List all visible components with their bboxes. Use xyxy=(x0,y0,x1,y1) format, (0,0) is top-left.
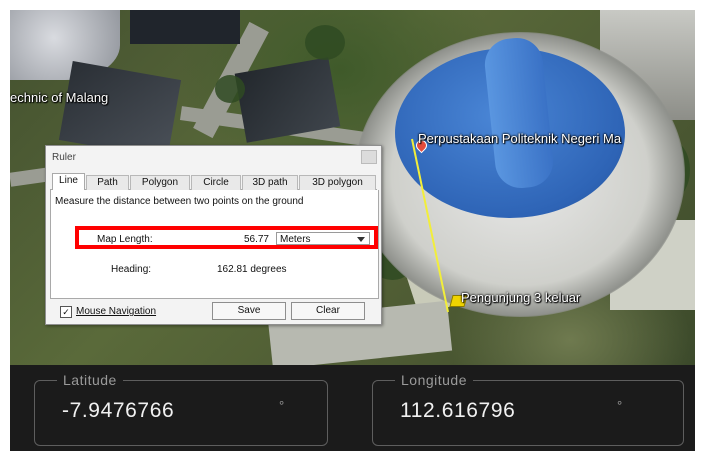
latitude-value: -7.9476766 xyxy=(62,399,175,422)
ruler-title: Ruler xyxy=(52,152,76,163)
clear-button[interactable]: Clear xyxy=(291,302,365,320)
longitude-value: 112.616796 xyxy=(400,399,516,422)
ruler-line xyxy=(411,138,449,313)
latitude-label: Latitude xyxy=(57,372,123,388)
longitude-field[interactable]: Longitude 112.616796 ° xyxy=(372,372,684,446)
close-button[interactable] xyxy=(361,150,377,164)
latitude-field[interactable]: Latitude -7.9476766 ° xyxy=(34,372,328,446)
longitude-label: Longitude xyxy=(395,372,474,388)
longitude-unit: ° xyxy=(617,398,623,413)
heading-value: 162.81 degrees xyxy=(217,264,287,275)
tab-3d-path[interactable]: 3D path xyxy=(242,175,298,190)
tab-line[interactable]: Line xyxy=(52,173,85,190)
screenshot: echnic of Malang Perpustakaan Politeknik… xyxy=(0,0,705,454)
ruler-description: Measure the distance between two points … xyxy=(55,196,304,207)
coordinates-panel: Latitude -7.9476766 ° Longitude 112.6167… xyxy=(10,365,695,451)
mouse-navigation-label: Mouse Navigation xyxy=(76,306,157,317)
map-label-visitor[interactable]: Pengunjung 3 keluar xyxy=(461,290,580,305)
tab-3d-polygon[interactable]: 3D polygon xyxy=(299,175,376,190)
mouse-navigation-checkbox[interactable]: ✓ xyxy=(60,306,72,318)
tab-polygon[interactable]: Polygon xyxy=(130,175,190,190)
ruler-tabs: Line Path Polygon Circle 3D path 3D poly… xyxy=(50,173,377,190)
map-label-library[interactable]: Perpustakaan Politeknik Negeri Ma xyxy=(418,131,621,146)
tab-path[interactable]: Path xyxy=(86,175,129,190)
tab-circle[interactable]: Circle xyxy=(191,175,241,190)
map-length-highlight xyxy=(75,226,378,249)
save-button[interactable]: Save xyxy=(212,302,286,320)
map-label-polinema: echnic of Malang xyxy=(10,90,109,105)
latitude-unit: ° xyxy=(279,398,285,413)
ground-length-row-obscured xyxy=(86,248,276,256)
heading-label: Heading: xyxy=(111,264,152,275)
